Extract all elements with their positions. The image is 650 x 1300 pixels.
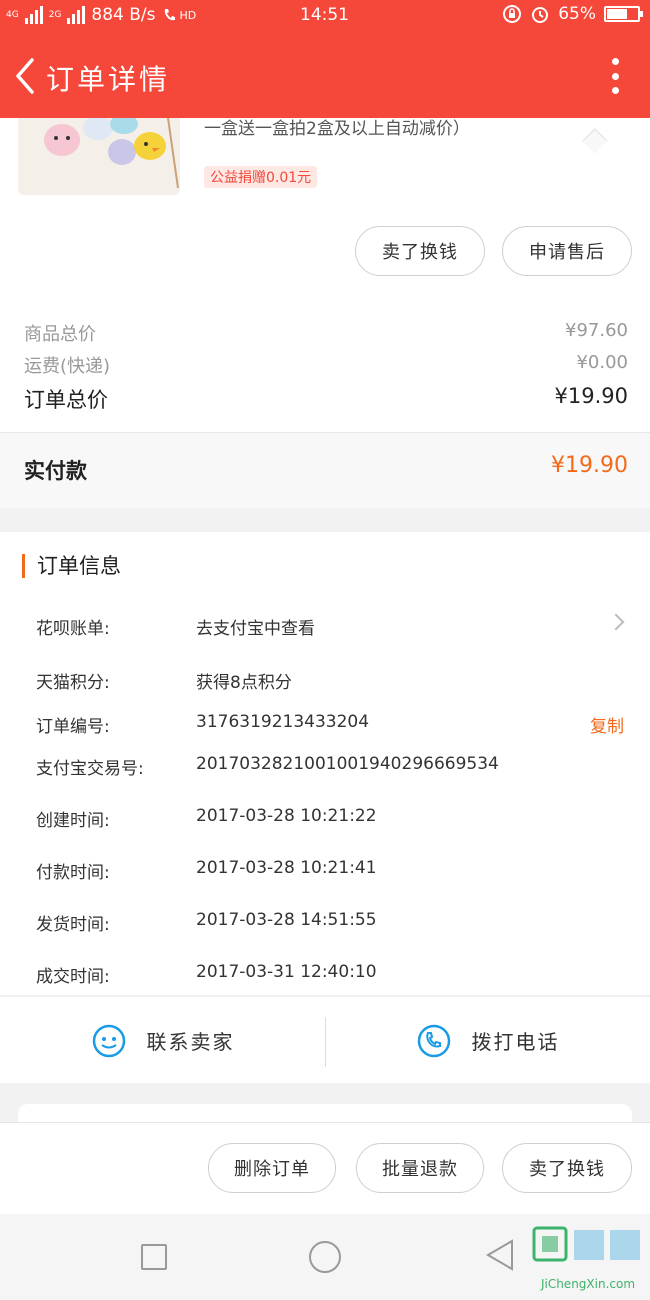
network-speed: 884 B/s — [91, 5, 156, 25]
back-button[interactable] — [8, 54, 42, 98]
contact-seller-button[interactable]: 联系卖家 — [0, 997, 325, 1084]
signal-icon-2 — [67, 6, 86, 24]
info-label: 天猫积分: — [36, 673, 110, 693]
info-label: 支付宝交易号: — [36, 759, 144, 779]
chevron-left-icon — [16, 58, 34, 94]
status-left: 4G 2G 884 B/s HD — [6, 5, 196, 25]
home-button[interactable] — [309, 1241, 341, 1273]
paid-amount-row: 实付款 ¥19.90 — [0, 432, 650, 508]
battery-icon — [604, 6, 643, 22]
contact-seller-label: 联系卖家 — [146, 1030, 235, 1054]
status-bar: 4G 2G 884 B/s HD 14:51 65% — [0, 0, 650, 32]
phone-icon — [417, 1024, 450, 1057]
shipping-value: ¥0.00 — [576, 352, 628, 373]
product-section: 一盒送一盒拍2盒及以上自动减价） 公益捐赠0.01元 卖了换钱 申请售后 — [0, 118, 650, 290]
shipping-label: 运费(快递) — [24, 356, 111, 377]
goods-total-row: 商品总价 ¥97.60 — [24, 320, 628, 346]
charity-badge: 公益捐赠0.01元 — [204, 166, 318, 188]
info-label: 发货时间: — [36, 915, 110, 935]
product-description: 一盒送一盒拍2盒及以上自动减价） — [204, 119, 470, 139]
bottom-action-bar: 删除订单 批量退款 卖了换钱 — [0, 1122, 650, 1214]
info-value: 2017-03-28 10:21:22 — [196, 806, 377, 826]
network-type-2: 2G — [48, 10, 62, 20]
price-summary: 商品总价 ¥97.60 运费(快递) ¥0.00 订单总价 ¥19.90 — [0, 290, 650, 432]
recent-apps-button[interactable] — [141, 1244, 167, 1270]
info-value: 3176319213433204 — [196, 712, 370, 732]
paid-value: ¥19.90 — [551, 453, 628, 478]
goods-total-label: 商品总价 — [24, 324, 96, 345]
signal-icon — [24, 6, 43, 24]
lock-rotation-icon — [503, 5, 522, 23]
order-total-value: ¥19.90 — [554, 384, 628, 408]
info-value: 2017-03-28 10:21:41 — [196, 858, 377, 878]
sell-again-button[interactable]: 卖了换钱 — [502, 1143, 632, 1193]
contact-bar: 联系卖家 拨打电话 — [0, 996, 650, 1083]
info-value: 获得8点积分 — [196, 673, 292, 693]
order-total-row: 订单总价 ¥19.90 — [24, 384, 628, 414]
info-value: 2017-03-31 12:40:10 — [196, 962, 377, 982]
app-header: 4G 2G 884 B/s HD 14:51 65% 订单详情 — [0, 0, 650, 118]
battery-percent: 65% — [558, 4, 596, 24]
delete-order-button[interactable]: 删除订单 — [208, 1143, 336, 1193]
info-label: 订单编号: — [36, 717, 110, 737]
watermark-text: JiChengXin.com — [540, 1277, 635, 1291]
info-value: 2017032821001001940296669534 — [196, 754, 499, 774]
info-label: 花呗账单: — [36, 619, 110, 639]
sell-button[interactable]: 卖了换钱 — [355, 226, 485, 276]
info-value: 去支付宝中查看 — [196, 619, 315, 639]
info-label: 付款时间: — [36, 863, 110, 883]
order-info-section: 订单信息 花呗账单: 去支付宝中查看 天猫积分: 获得8点积分 订单编号: 31… — [0, 532, 650, 995]
chat-icon — [92, 1024, 125, 1057]
goods-total-value: ¥97.60 — [565, 320, 628, 341]
nav-bar: 订单详情 — [0, 46, 650, 106]
clock: 14:51 — [300, 5, 349, 25]
shipping-row: 运费(快递) ¥0.00 — [24, 352, 628, 378]
order-total-label: 订单总价 — [24, 388, 108, 412]
battery-fill — [607, 9, 627, 19]
page-title: 订单详情 — [46, 63, 171, 96]
copy-button[interactable]: 复制 — [590, 712, 624, 737]
status-right: 65% — [502, 4, 643, 24]
product-thumbnail[interactable] — [18, 118, 180, 195]
chevron-right-icon — [607, 613, 625, 631]
batch-refund-button[interactable]: 批量退款 — [356, 1143, 484, 1193]
hd-label: HD — [179, 8, 197, 22]
network-type-1: 4G — [6, 10, 19, 20]
info-label: 成交时间: — [36, 967, 110, 987]
aftersale-button[interactable]: 申请售后 — [502, 226, 632, 276]
paid-label: 实付款 — [24, 459, 87, 483]
alarm-icon — [532, 7, 549, 23]
info-value: 2017-03-28 14:51:55 — [196, 910, 377, 930]
call-label: 拨打电话 — [471, 1030, 560, 1054]
system-nav-bar: JiChengXin.com — [0, 1214, 650, 1300]
back-nav-button[interactable] — [484, 1238, 516, 1272]
order-info-title: 订单信息 — [22, 554, 121, 578]
hd-call-icon: HD — [162, 7, 197, 23]
more-menu-button[interactable] — [610, 58, 620, 94]
call-button[interactable]: 拨打电话 — [325, 997, 650, 1084]
info-label: 创建时间: — [36, 811, 110, 831]
watermark-logo: JiChengXin.com — [530, 1222, 646, 1298]
